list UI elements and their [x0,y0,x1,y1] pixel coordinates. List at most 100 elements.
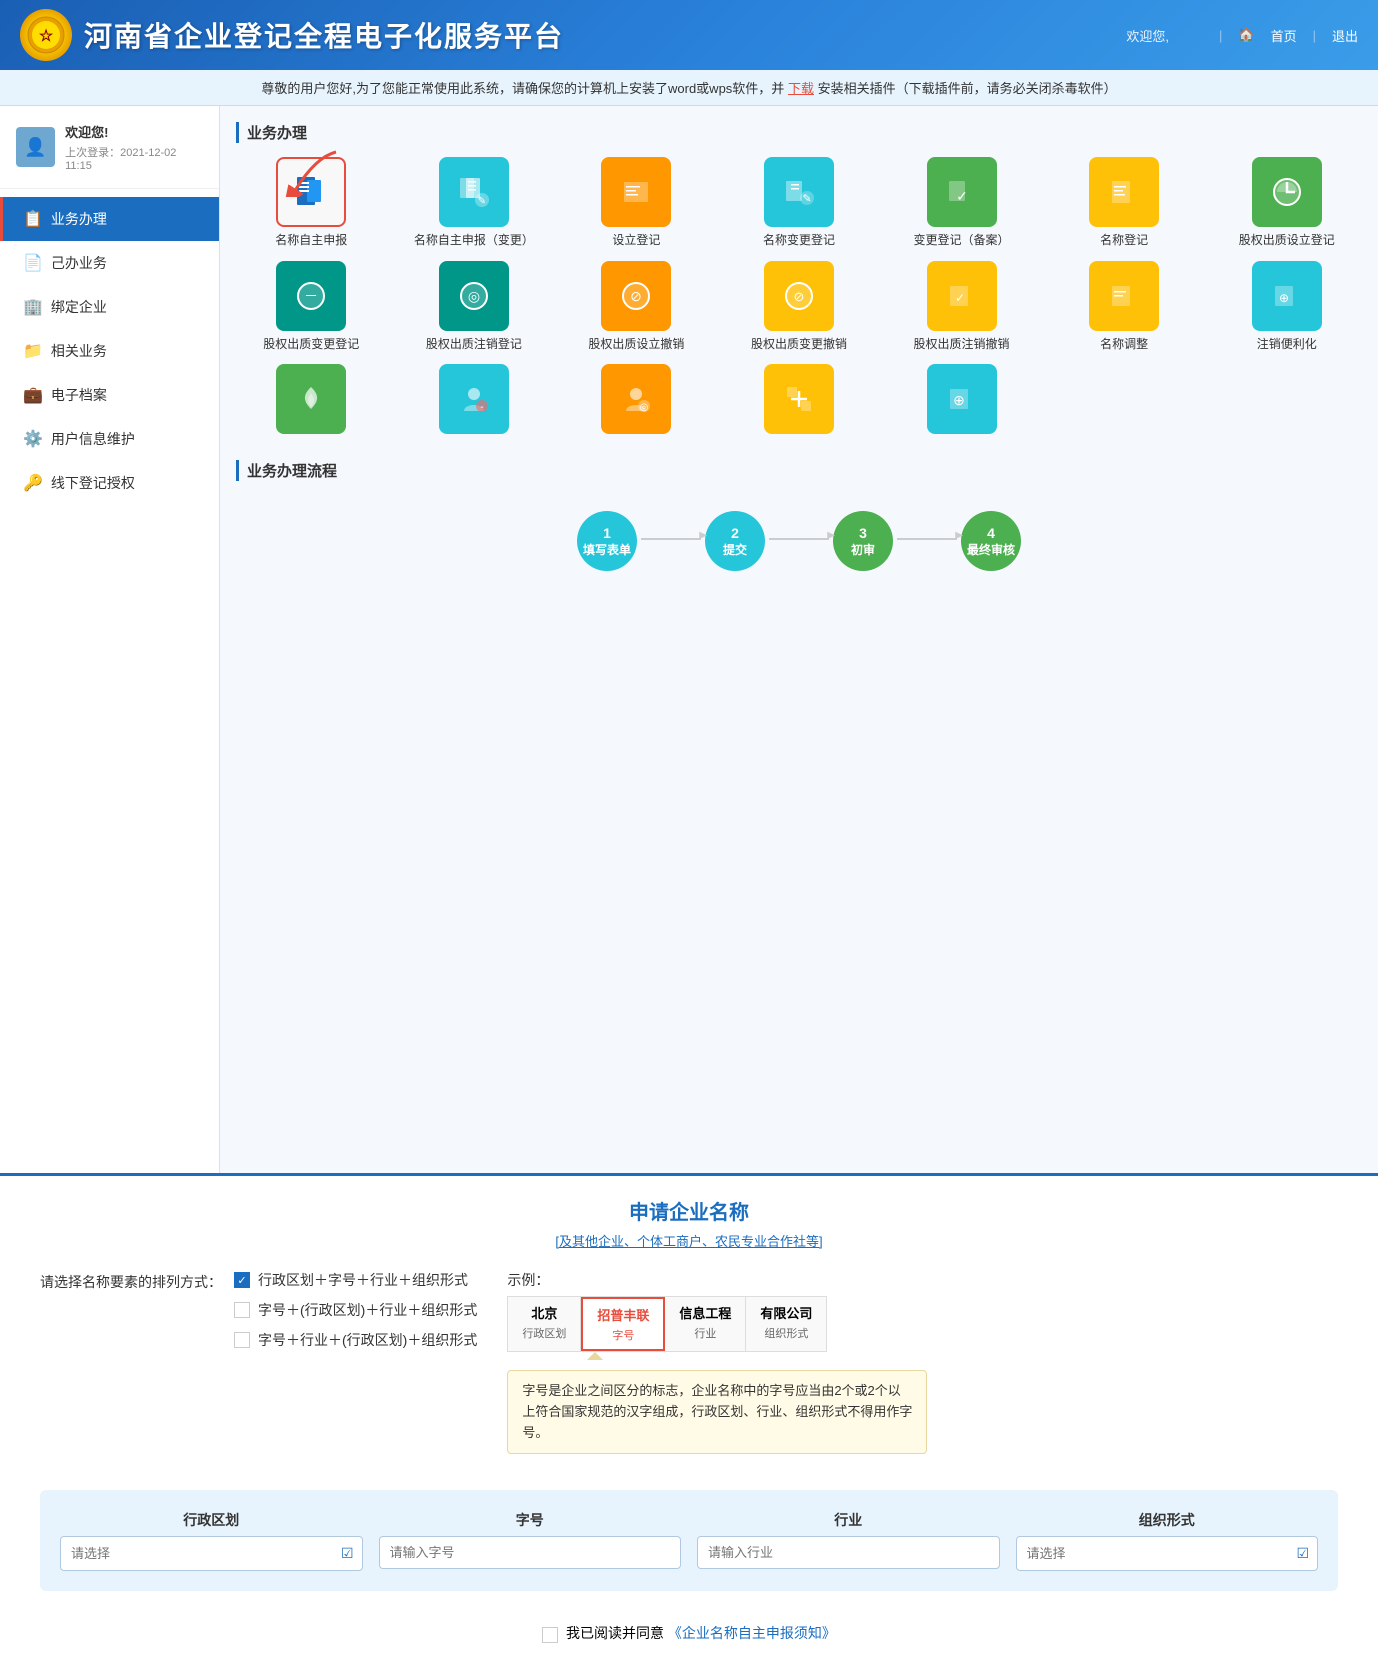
svg-text:✎: ✎ [802,193,811,205]
field-input-region[interactable]: ☑ [60,1536,363,1571]
radio-option-1[interactable]: ✓ 行政区划＋字号＋行业＋组织形式 [234,1270,477,1290]
example-cell-industry: 信息工程 行业 [665,1297,746,1351]
industry-input[interactable] [698,1537,999,1568]
service-equity-setup[interactable]: 股权出质设立登记 [1211,157,1362,249]
agreement-prefix: 我已阅读并同意 [566,1625,664,1641]
flow-arrow-2 [769,538,829,540]
field-label-region: 行政区划 [60,1510,363,1530]
sidebar-item-related[interactable]: 📁 相关业务 [0,329,219,373]
logo-icon: ☆ [20,9,72,61]
sidebar-item-business[interactable]: 📋 业务办理 [0,197,219,241]
field-label-industry: 行业 [697,1510,1000,1530]
svg-text:✓: ✓ [955,291,965,305]
service-equity-change2[interactable]: ⊘ 股权出质变更撤销 [724,261,875,353]
service-item16[interactable]: - [399,364,550,440]
name-adjust-label: 名称调整 [1100,337,1148,353]
equity-setup-label: 股权出质设立登记 [1239,233,1335,249]
org-input[interactable] [1017,1538,1289,1569]
service-equity-change[interactable]: － 股权出质变更登记 [236,261,387,353]
service-setup[interactable]: 设立登记 [561,157,712,249]
radio-section: 请选择名称要素的排列方式： ✓ 行政区划＋字号＋行业＋组织形式 字号＋(行政区划… [40,1270,477,1360]
sidebar-item-bind[interactable]: 🏢 绑定企业 [0,285,219,329]
radio-option-2[interactable]: 字号＋(行政区划)＋行业＋组织形式 [234,1300,477,1320]
download-link[interactable]: 下载 [788,81,814,96]
home-link[interactable]: 首页 [1271,26,1297,45]
header-left: ☆ 河南省企业登记全程电子化服务平台 [20,9,564,61]
flow-arrow-3 [897,538,957,540]
region-input[interactable] [61,1538,333,1569]
service-item17[interactable]: ◎ [561,364,712,440]
sidebar-label-business: 业务办理 [51,209,107,229]
setup-icon [601,157,671,227]
home-icon: 🏠 [1238,27,1254,43]
sidebar-item-userinfo[interactable]: ⚙️ 用户信息维护 [0,417,219,461]
item15-icon [276,364,346,434]
sidebar-item-done[interactable]: 📄 己办业务 [0,241,219,285]
radio-option-3[interactable]: 字号＋行业＋(行政区划)＋组织形式 [234,1330,477,1350]
equity-change-icon: － [276,261,346,331]
bind-icon: 🏢 [23,297,43,317]
svg-text:⊕: ⊕ [1279,291,1289,305]
agreement-section: 我已阅读并同意 《企业名称自主申报须知》 [20,1607,1358,1659]
form-section: 申请企业名称 [及其他企业、个体工商户、农民专业合作社等] 请选择名称要素的排列… [0,1173,1378,1679]
cancel-easy-icon: ⊕ [1252,261,1322,331]
service-name-adjust[interactable]: 名称调整 [1049,261,1200,353]
avatar: 👤 [16,127,55,167]
svg-text:◎: ◎ [640,402,649,413]
done-icon: 📄 [23,253,43,273]
tooltip-text: 字号是企业之间区分的标志，企业名称中的字号应当由2个或2个以上符合国家规范的汉字… [522,1383,912,1440]
name-self-change-icon: ✎ [439,157,509,227]
service-name-change[interactable]: ✎ 名称变更登记 [724,157,875,249]
field-input-org[interactable]: ☑ [1016,1536,1319,1571]
service-name-reg[interactable]: 名称登记 [1049,157,1200,249]
username [1185,28,1203,43]
svg-text:⊘: ⊘ [631,288,643,304]
service-equity-cancel1[interactable]: ◎ 股权出质注销登记 [399,261,550,353]
example-cell-org: 有限公司 组织形式 [746,1297,826,1351]
field-group-org: 组织形式 ☑ [1016,1510,1319,1571]
word-input[interactable] [380,1537,681,1568]
service-item19[interactable]: ⊕ [886,364,1037,440]
service-item15[interactable] [236,364,387,440]
org-select-arrow-icon[interactable]: ☑ [1288,1537,1317,1570]
sidebar-label-bind: 绑定企业 [51,297,107,317]
example-side: 示例： 北京 行政区划 招普丰联 字号 信息工程 行业 有限公司 组织形式 [507,1270,927,1464]
tooltip-box: 字号是企业之间区分的标志，企业名称中的字号应当由2个或2个以上符合国家规范的汉字… [507,1370,927,1454]
logout-link[interactable]: 退出 [1332,26,1358,45]
offline-icon: 🔑 [23,473,43,493]
service-item18[interactable] [724,364,875,440]
agreement-checkbox[interactable] [542,1627,558,1643]
welcome-text: 欢迎您, [1126,26,1169,45]
red-arrow-annotation [276,147,356,200]
equity-cancel2-icon: ✓ [927,261,997,331]
form-subtitle-link[interactable]: [及其他企业、个体工商户、农民专业合作社等] [555,1234,822,1249]
service-name-self-change[interactable]: ✎ 名称自主申报（变更） [399,157,550,249]
sidebar-item-archive[interactable]: 💼 电子档案 [0,373,219,417]
flow-section-title: 业务办理流程 [236,460,1362,481]
service-change-record[interactable]: ✓ 变更登记（备案） [886,157,1037,249]
change-record-icon: ✓ [927,157,997,227]
sidebar-label-archive: 电子档案 [51,385,107,405]
svg-text:⊘: ⊘ [794,289,805,304]
checkbox-1-checked: ✓ [234,1272,250,1288]
tooltip-arrow [587,1352,603,1360]
radio-section-label: 请选择名称要素的排列方式： [40,1270,222,1292]
field-input-industry[interactable] [697,1536,1000,1569]
field-input-word[interactable] [379,1536,682,1569]
sidebar-item-offline[interactable]: 🔑 线下登记授权 [0,461,219,505]
header-right: 欢迎您, | 🏠 首页 | 退出 [1126,26,1358,45]
user-info-block: 👤 欢迎您! 上次登录：2021-12-02 11:15 [0,106,219,189]
step-circle-4: 4 最终审核 [961,511,1021,571]
agreement-link[interactable]: 《企业名称自主申报须知》 [668,1625,836,1641]
service-equity-setup2[interactable]: ⊘ 股权出质设立撤销 [561,261,712,353]
service-equity-cancel2[interactable]: ✓ 股权出质注销撤销 [886,261,1037,353]
notice-text: 尊敬的用户您好,为了您能正常使用此系统，请确保您的计算机上安装了word或wps… [261,81,784,96]
flow-steps: 1 填写表单 2 提交 3 初审 4 [236,495,1362,587]
step-circle-1: 1 填写表单 [577,511,637,571]
service-cancel-easy[interactable]: ⊕ 注销便利化 [1211,261,1362,353]
notice-bar: 尊敬的用户您好,为了您能正常使用此系统，请确保您的计算机上安装了word或wps… [0,70,1378,106]
radio-options: ✓ 行政区划＋字号＋行业＋组织形式 字号＋(行政区划)＋行业＋组织形式 字号＋行… [234,1270,477,1350]
svg-text:-: - [480,402,483,413]
region-select-arrow-icon[interactable]: ☑ [333,1537,362,1570]
item16-icon: - [439,364,509,434]
